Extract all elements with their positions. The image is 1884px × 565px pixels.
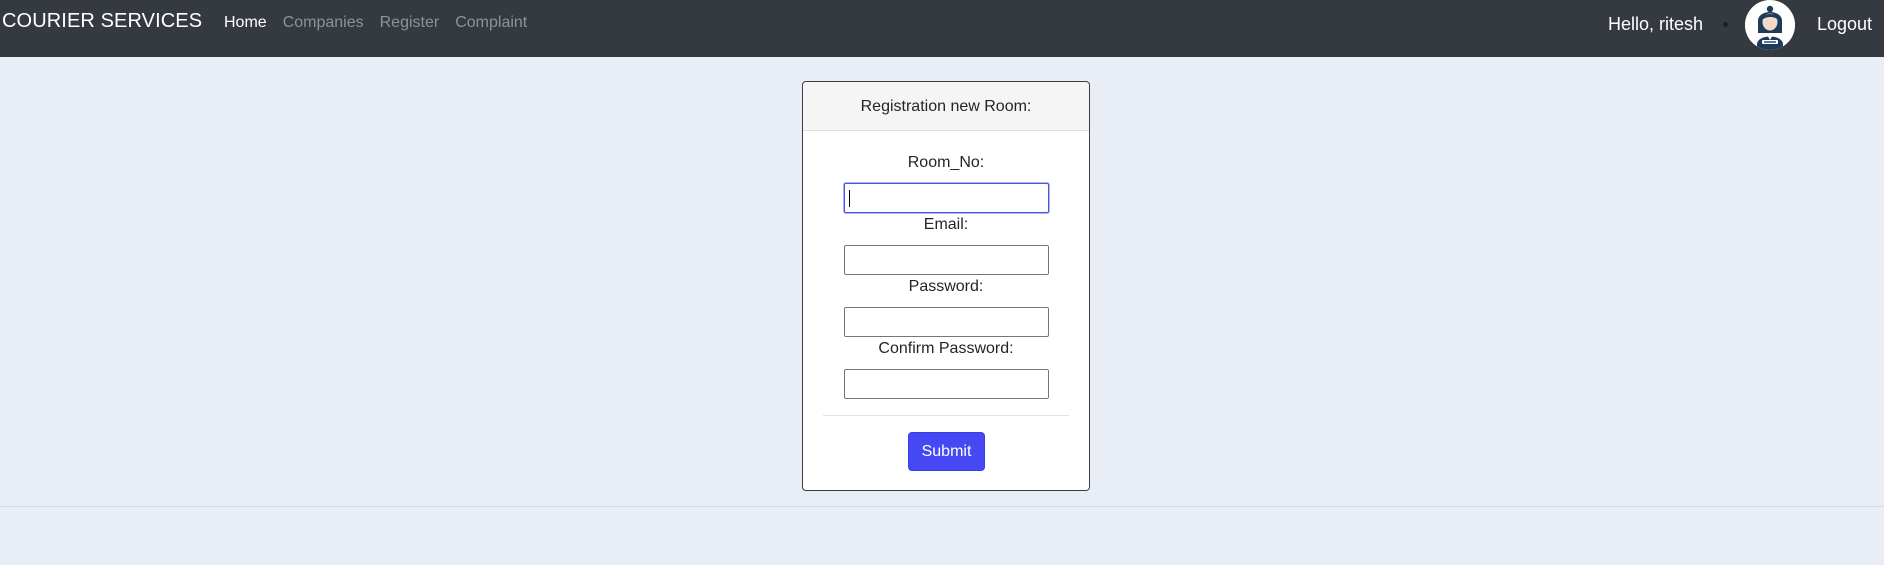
nav-link-home[interactable]: Home bbox=[224, 13, 267, 33]
admin-avatar-icon[interactable] bbox=[1745, 0, 1795, 50]
nav-link-complaint[interactable]: Complaint bbox=[455, 13, 527, 33]
nav-link-register[interactable]: Register bbox=[380, 13, 440, 33]
email-input[interactable] bbox=[844, 245, 1049, 275]
nav-link-companies[interactable]: Companies bbox=[283, 13, 364, 33]
separator-dot bbox=[1723, 22, 1728, 27]
password-label: Password: bbox=[908, 278, 984, 295]
password-input[interactable] bbox=[844, 307, 1049, 337]
submit-button[interactable]: Submit bbox=[908, 432, 985, 471]
confirm-password-label: Confirm Password: bbox=[878, 340, 1014, 357]
nav-links: Home Companies Register Complaint bbox=[224, 13, 543, 33]
form-divider bbox=[823, 415, 1069, 416]
brand-title[interactable]: COURIER SERVICES bbox=[2, 8, 202, 34]
room-no-label: Room_No: bbox=[907, 154, 985, 171]
text-caret bbox=[849, 190, 850, 207]
card-title: Registration new Room: bbox=[803, 82, 1089, 131]
footer-divider bbox=[0, 506, 1884, 507]
confirm-password-input[interactable] bbox=[844, 369, 1049, 399]
logout-link[interactable]: Logout bbox=[1817, 13, 1872, 35]
room-no-input[interactable] bbox=[844, 183, 1049, 213]
user-greeting: Hello, ritesh bbox=[1608, 14, 1704, 34]
registration-card: Registration new Room: Room_No: Email: P… bbox=[802, 81, 1090, 491]
navbar: COURIER SERVICES Home Companies Register… bbox=[0, 0, 1884, 57]
email-label: Email: bbox=[923, 216, 969, 233]
